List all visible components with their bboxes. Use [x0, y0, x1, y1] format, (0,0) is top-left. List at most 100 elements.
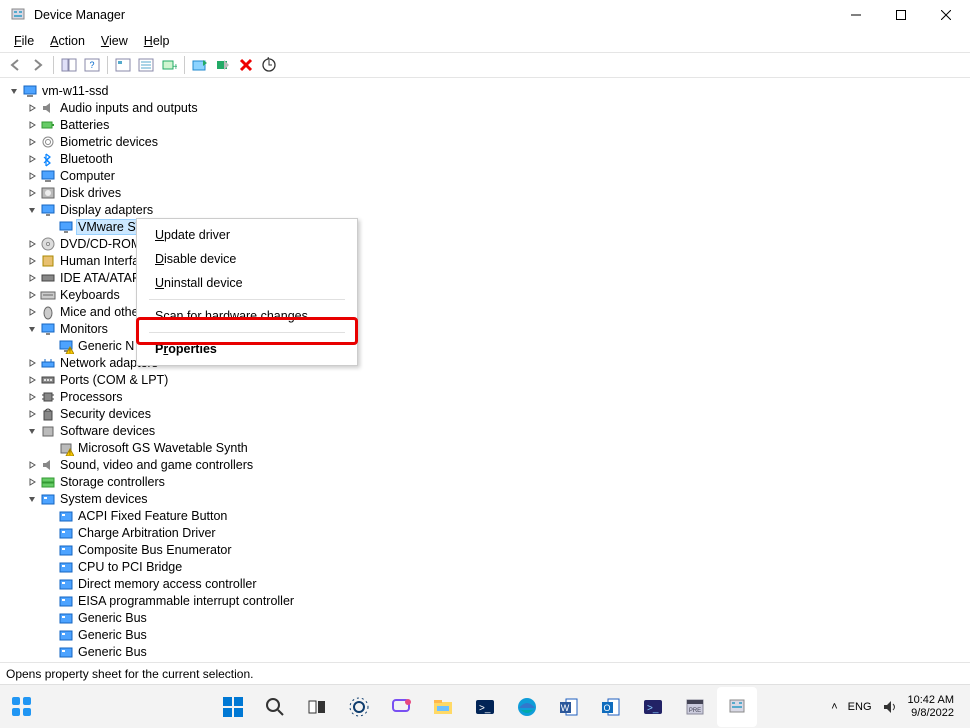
help-toolbar-button[interactable]: ?	[81, 54, 103, 76]
tree-device[interactable]: ACPI Fixed Feature Button	[4, 507, 970, 524]
scan-toolbar-button[interactable]	[258, 54, 280, 76]
edge-icon[interactable]	[507, 687, 547, 727]
expand-icon[interactable]	[26, 476, 38, 488]
tree-category[interactable]: Bluetooth	[4, 150, 970, 167]
app-icon-active[interactable]	[717, 687, 757, 727]
tree-device[interactable]: Generic Bus	[4, 626, 970, 643]
context-menu-uninstall-device[interactable]: Uninstall device	[137, 271, 357, 295]
explorer-icon[interactable]	[423, 687, 463, 727]
expand-icon[interactable]	[26, 357, 38, 369]
maximize-button[interactable]	[878, 1, 923, 29]
expand-icon[interactable]	[26, 102, 38, 114]
collapse-icon[interactable]	[26, 204, 38, 216]
tree-category[interactable]: Sound, video and game controllers	[4, 456, 970, 473]
tree-category[interactable]: Biometric devices	[4, 133, 970, 150]
bt-icon	[40, 151, 56, 167]
cpu-icon	[40, 389, 56, 405]
properties-toolbar-button[interactable]	[112, 54, 134, 76]
expand-icon[interactable]	[26, 238, 38, 250]
tree-category[interactable]: System devices	[4, 490, 970, 507]
menu-action[interactable]: Action	[42, 32, 93, 50]
tree-device[interactable]: CPU to PCI Bridge	[4, 558, 970, 575]
tree-category[interactable]: Computer	[4, 167, 970, 184]
collapse-icon[interactable]	[26, 425, 38, 437]
context-menu-scan-for-hardware-changes[interactable]: Scan for hardware changes	[137, 304, 357, 328]
expand-icon[interactable]	[26, 136, 38, 148]
uninstall-button[interactable]	[235, 54, 257, 76]
expand-icon[interactable]	[26, 374, 38, 386]
speaker-icon[interactable]	[882, 699, 898, 715]
sec-icon	[40, 406, 56, 422]
task-view-button[interactable]	[297, 687, 337, 727]
expand-icon[interactable]	[26, 306, 38, 318]
context-menu-properties[interactable]: Properties	[137, 337, 357, 361]
tree-category[interactable]: Processors	[4, 388, 970, 405]
tree-category[interactable]: Disk drives	[4, 184, 970, 201]
back-button[interactable]	[4, 54, 26, 76]
tree-device[interactable]: Charge Arbitration Driver	[4, 524, 970, 541]
expand-icon[interactable]	[26, 408, 38, 420]
menu-file[interactable]: File	[6, 32, 42, 50]
widgets-button[interactable]	[0, 687, 44, 727]
taskbar-clock[interactable]: 10:42 AM 9/8/2022	[908, 694, 954, 720]
tree-category[interactable]: Display adapters	[4, 201, 970, 218]
tree-category[interactable]: Software devices	[4, 422, 970, 439]
context-menu-disable-device[interactable]: Disable device	[137, 247, 357, 271]
terminal-icon[interactable]: >_	[465, 687, 505, 727]
expand-icon[interactable]	[26, 153, 38, 165]
tree-device[interactable]: !Microsoft GS Wavetable Synth	[4, 439, 970, 456]
addhw-button[interactable]: +	[158, 54, 180, 76]
expand-icon[interactable]	[26, 170, 38, 182]
expand-icon[interactable]	[26, 119, 38, 131]
enable-toolbar-button[interactable]	[212, 54, 234, 76]
console-tree-button[interactable]	[58, 54, 80, 76]
settings-icon[interactable]	[339, 687, 379, 727]
sys-icon	[58, 508, 74, 524]
tree-device[interactable]: Generic Bus	[4, 609, 970, 626]
toolbar-separator	[53, 56, 54, 74]
tree-category[interactable]: Batteries	[4, 116, 970, 133]
search-button[interactable]	[255, 687, 295, 727]
chat-icon[interactable]	[381, 687, 421, 727]
tree-category[interactable]: Ports (COM & LPT)	[4, 371, 970, 388]
menu-help[interactable]: Help	[136, 32, 178, 50]
update-toolbar-button[interactable]	[189, 54, 211, 76]
minimize-button[interactable]	[833, 1, 878, 29]
tree-device[interactable]: Direct memory access controller	[4, 575, 970, 592]
close-button[interactable]	[923, 1, 968, 29]
tree-item-label: Generic Bus	[78, 611, 147, 625]
tree-item-label: Batteries	[60, 118, 109, 132]
expand-icon[interactable]	[26, 391, 38, 403]
system-tray[interactable]: ˄ ENG 10:42 AM 9/8/2022	[831, 694, 970, 720]
menu-view[interactable]: View	[93, 32, 136, 50]
tree-device[interactable]: Composite Bus Enumerator	[4, 541, 970, 558]
tree-device[interactable]: EISA programmable interrupt controller	[4, 592, 970, 609]
expand-icon[interactable]	[26, 272, 38, 284]
collapse-icon[interactable]	[26, 493, 38, 505]
collapse-icon[interactable]	[26, 323, 38, 335]
preview-icon[interactable]: PRE	[675, 687, 715, 727]
expand-icon[interactable]	[26, 459, 38, 471]
context-menu-update-driver[interactable]: Update driver	[137, 223, 357, 247]
status-text: Opens property sheet for the current sel…	[6, 667, 253, 681]
expand-icon[interactable]	[26, 289, 38, 301]
word-icon[interactable]: W	[549, 687, 589, 727]
kb-icon	[40, 287, 56, 303]
tray-chevron-icon[interactable]: ˄	[831, 701, 837, 713]
forward-button[interactable]	[27, 54, 49, 76]
tree-item-label: Generic Bus	[78, 645, 147, 659]
expand-icon[interactable]	[26, 187, 38, 199]
tree-category[interactable]: Storage controllers	[4, 473, 970, 490]
device-tree[interactable]: vm-w11-ssdAudio inputs and outputs Batter…	[0, 78, 970, 662]
tree-device[interactable]: Generic Bus	[4, 643, 970, 660]
tree-root[interactable]: vm-w11-ssd	[4, 82, 970, 99]
tray-language[interactable]: ENG	[848, 701, 872, 713]
devices-button[interactable]	[135, 54, 157, 76]
expand-icon[interactable]	[26, 255, 38, 267]
start-button[interactable]	[213, 687, 253, 727]
tree-category[interactable]: Audio inputs and outputs	[4, 99, 970, 116]
collapse-icon[interactable]	[8, 85, 20, 97]
outlook-icon[interactable]: O	[591, 687, 631, 727]
tree-category[interactable]: Security devices	[4, 405, 970, 422]
powershell-icon[interactable]: >_	[633, 687, 673, 727]
